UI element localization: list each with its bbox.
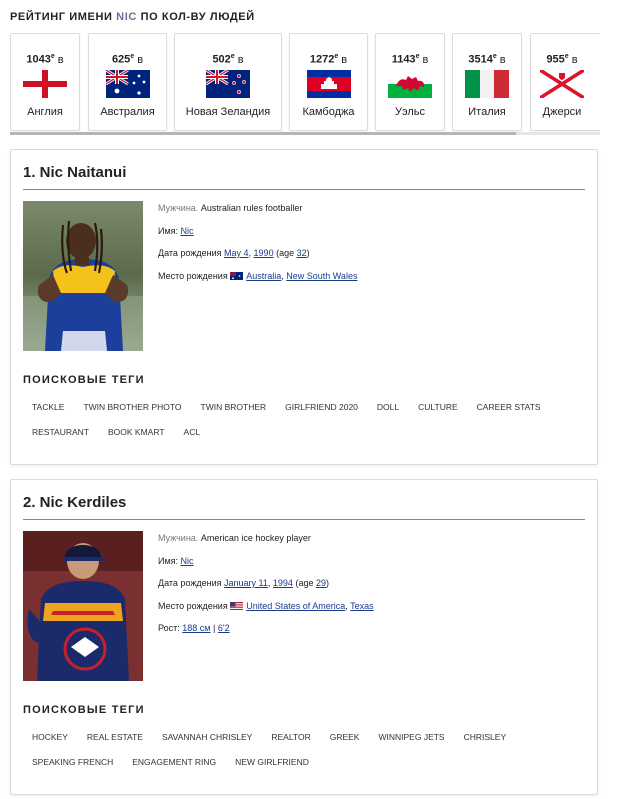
search-tag[interactable]: REAL ESTATE bbox=[78, 728, 152, 746]
jersey-flag-icon bbox=[540, 70, 584, 98]
search-tags-heading: ПОИСКОВЫЕ ТЕГИ bbox=[23, 704, 145, 716]
person-title[interactable]: 2. Nic Kerdiles bbox=[23, 494, 126, 511]
occupation: American ice hockey player bbox=[200, 533, 311, 543]
birth-year-link[interactable]: 1994 bbox=[273, 578, 293, 588]
gender: Мужчина. bbox=[158, 203, 199, 213]
search-tag[interactable]: SAVANNAH CHRISLEY bbox=[153, 728, 261, 746]
search-tag[interactable]: HOCKEY bbox=[23, 728, 77, 746]
search-tag[interactable]: TWIN BROTHER PHOTO bbox=[74, 398, 190, 416]
search-tag[interactable]: WINNIPEG JETS bbox=[369, 728, 453, 746]
height-cm-link[interactable]: 188 см bbox=[182, 623, 210, 633]
birth-date-link[interactable]: January 11 bbox=[224, 578, 268, 588]
heading-name: NIC bbox=[116, 11, 137, 23]
search-tags-list: HOCKEY REAL ESTATE SAVANNAH CHRISLEY REALTO… bbox=[23, 727, 583, 777]
name-ranking-heading: РЕЙТИНГ ИМЕНИ NIC ПО КОЛ-ВУ ЛЮДЕЙ bbox=[10, 11, 255, 23]
age-link[interactable]: 29 bbox=[316, 578, 326, 588]
search-tag[interactable]: BOOK KMART bbox=[99, 423, 174, 441]
wales-flag-icon bbox=[388, 70, 432, 98]
search-tag[interactable]: DOLL bbox=[368, 398, 408, 416]
person-info: Мужчина. Australian rules footballer Имя… bbox=[158, 203, 358, 281]
country-card-australia[interactable]: 625е в Австралия bbox=[88, 33, 167, 131]
birth-region-link[interactable]: New South Wales bbox=[286, 271, 357, 281]
carousel-scrollbar[interactable] bbox=[10, 132, 600, 135]
gender: Мужчина. bbox=[158, 533, 199, 543]
australia-flag-icon bbox=[105, 70, 150, 98]
country-rank: 1272 bbox=[309, 53, 335, 66]
height-ft-link[interactable]: 6'2 bbox=[218, 623, 230, 633]
country-rank: 1143 bbox=[391, 53, 416, 66]
search-tag[interactable]: CULTURE bbox=[409, 398, 467, 416]
search-tag[interactable]: REALTOR bbox=[262, 728, 319, 746]
search-tag[interactable]: ACL bbox=[175, 423, 210, 441]
heading-prefix: РЕЙТИНГ ИМЕНИ bbox=[10, 11, 113, 23]
search-tag[interactable]: CHRISLEY bbox=[455, 728, 516, 746]
occupation: Australian rules footballer bbox=[200, 203, 303, 213]
person-info: Мужчина. American ice hockey player Имя:… bbox=[158, 533, 374, 633]
usa-flag-icon bbox=[230, 601, 244, 610]
person-card-2: 2. Nic Kerdiles Мужчина. American ice ho… bbox=[10, 479, 598, 795]
birth-country-link[interactable]: Australia bbox=[246, 271, 281, 281]
age-link[interactable]: 32 bbox=[297, 248, 307, 258]
country-card-italy[interactable]: 3514е в Италия bbox=[452, 33, 522, 131]
country-rank: 1043 bbox=[26, 53, 51, 66]
country-card-cambodia[interactable]: 1272е в Камбоджа bbox=[289, 33, 368, 131]
search-tag[interactable]: TACKLE bbox=[23, 398, 73, 416]
birth-date-link[interactable]: May 4 bbox=[224, 248, 249, 258]
search-tag[interactable]: TWIN BROTHER bbox=[192, 398, 276, 416]
search-tag[interactable]: GIRLFRIEND 2020 bbox=[276, 398, 367, 416]
cambodia-flag-icon bbox=[306, 70, 351, 98]
australia-flag-icon bbox=[230, 271, 244, 280]
country-name: Австралия bbox=[100, 106, 155, 118]
country-rank: 3514 bbox=[468, 53, 493, 66]
country-name: Камбоджа bbox=[302, 106, 355, 118]
person-card-1: 1. Nic Naitanui Мужчина. Australian rule… bbox=[10, 149, 598, 465]
search-tag[interactable]: NEW GIRLFRIEND bbox=[226, 753, 318, 771]
country-ranking-carousel[interactable]: 1043е в Англия 625е в Австралия 502е в Н… bbox=[10, 33, 600, 133]
heading-suffix: ПО КОЛ-ВУ ЛЮДЕЙ bbox=[140, 11, 255, 23]
title-divider bbox=[23, 189, 585, 190]
country-name: Джерси bbox=[542, 106, 582, 118]
new-zealand-flag-icon bbox=[206, 70, 250, 98]
carousel-scrollbar-thumb[interactable] bbox=[10, 132, 516, 135]
country-rank: 502 bbox=[212, 53, 231, 66]
birth-year-link[interactable]: 1990 bbox=[254, 248, 274, 258]
name-link[interactable]: Nic bbox=[181, 226, 194, 236]
birth-region-link[interactable]: Texas bbox=[350, 601, 374, 611]
country-name: Англия bbox=[27, 106, 63, 118]
country-name: Италия bbox=[468, 106, 506, 118]
country-name: Новая Зеландия bbox=[185, 106, 271, 118]
name-link[interactable]: Nic bbox=[181, 556, 194, 566]
search-tag[interactable]: ENGAGEMENT RING bbox=[123, 753, 225, 771]
country-rank: 955 bbox=[546, 53, 565, 66]
person-photo[interactable] bbox=[23, 201, 143, 351]
search-tags-list: TACKLE TWIN BROTHER PHOTO TWIN BROTHER GIRL… bbox=[23, 397, 583, 447]
country-card-england[interactable]: 1043е в Англия bbox=[10, 33, 80, 131]
person-photo[interactable] bbox=[23, 531, 143, 681]
country-card-new-zealand[interactable]: 502е в Новая Зеландия bbox=[174, 33, 282, 131]
search-tags-heading: ПОИСКОВЫЕ ТЕГИ bbox=[23, 374, 145, 386]
title-divider bbox=[23, 519, 585, 520]
search-tag[interactable]: SPEAKING FRENCH bbox=[23, 753, 122, 771]
search-tag[interactable]: CAREER STATS bbox=[468, 398, 550, 416]
italy-flag-icon bbox=[465, 70, 509, 98]
person-title[interactable]: 1. Nic Naitanui bbox=[23, 164, 126, 181]
search-tag[interactable]: GREEK bbox=[321, 728, 369, 746]
country-name: Уэльс bbox=[394, 106, 425, 118]
england-flag-icon bbox=[23, 70, 67, 98]
search-tag[interactable]: RESTAURANT bbox=[23, 423, 98, 441]
country-card-wales[interactable]: 1143е в Уэльс bbox=[375, 33, 445, 131]
country-rank: 625 bbox=[111, 53, 131, 66]
country-card-jersey[interactable]: 955е в Джерси bbox=[530, 33, 600, 131]
birth-country-link[interactable]: United States of America bbox=[246, 601, 345, 611]
